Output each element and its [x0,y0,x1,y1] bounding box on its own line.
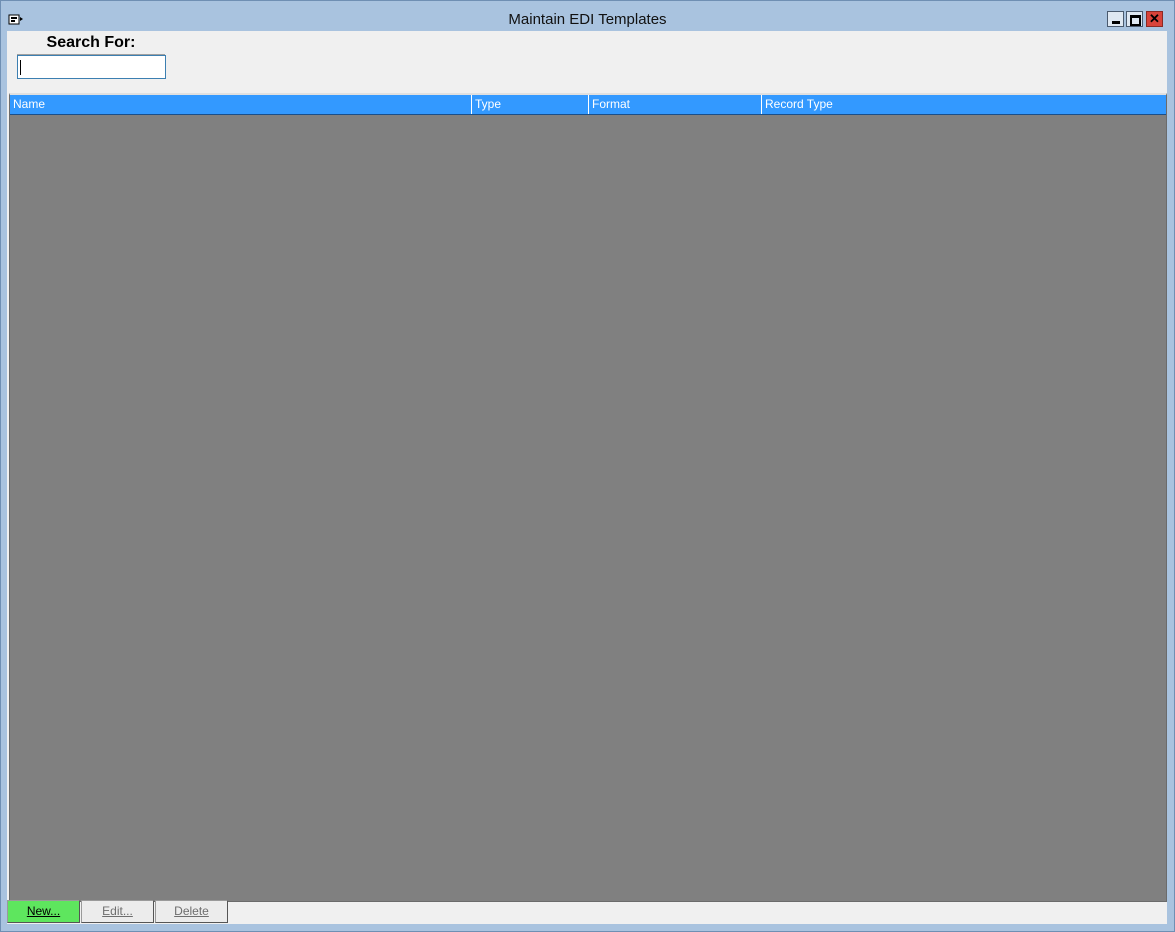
close-button[interactable]: ✕ [1146,11,1163,27]
column-header-type[interactable]: Type [472,95,589,114]
client-area: Search For: Name Type Format Record Type… [7,31,1167,924]
window-title: Maintain EDI Templates [508,11,667,28]
templates-grid[interactable]: Name Type Format Record Type [9,93,1167,902]
column-header-record-type[interactable]: Record Type [762,95,1166,114]
new-button[interactable]: New... [7,900,80,923]
minimize-button[interactable] [1107,11,1124,27]
column-header-format[interactable]: Format [589,95,762,114]
search-label: Search For: [17,34,165,55]
maximize-icon [1130,15,1141,26]
delete-button[interactable]: Delete [155,900,228,923]
maximize-button[interactable] [1126,11,1143,27]
text-caret [20,60,21,75]
title-bar[interactable]: Maintain EDI Templates ✕ [1,1,1174,31]
edit-button[interactable]: Edit... [81,900,154,923]
grid-body[interactable] [10,115,1166,901]
grid-header: Name Type Format Record Type [10,95,1166,115]
column-header-name[interactable]: Name [10,95,472,114]
minimize-icon [1112,21,1120,24]
app-window: Maintain EDI Templates ✕ Search For: Nam… [0,0,1175,932]
close-icon: ✕ [1149,11,1160,26]
search-input[interactable] [17,55,166,79]
button-bar: New... Edit... Delete [7,900,229,923]
